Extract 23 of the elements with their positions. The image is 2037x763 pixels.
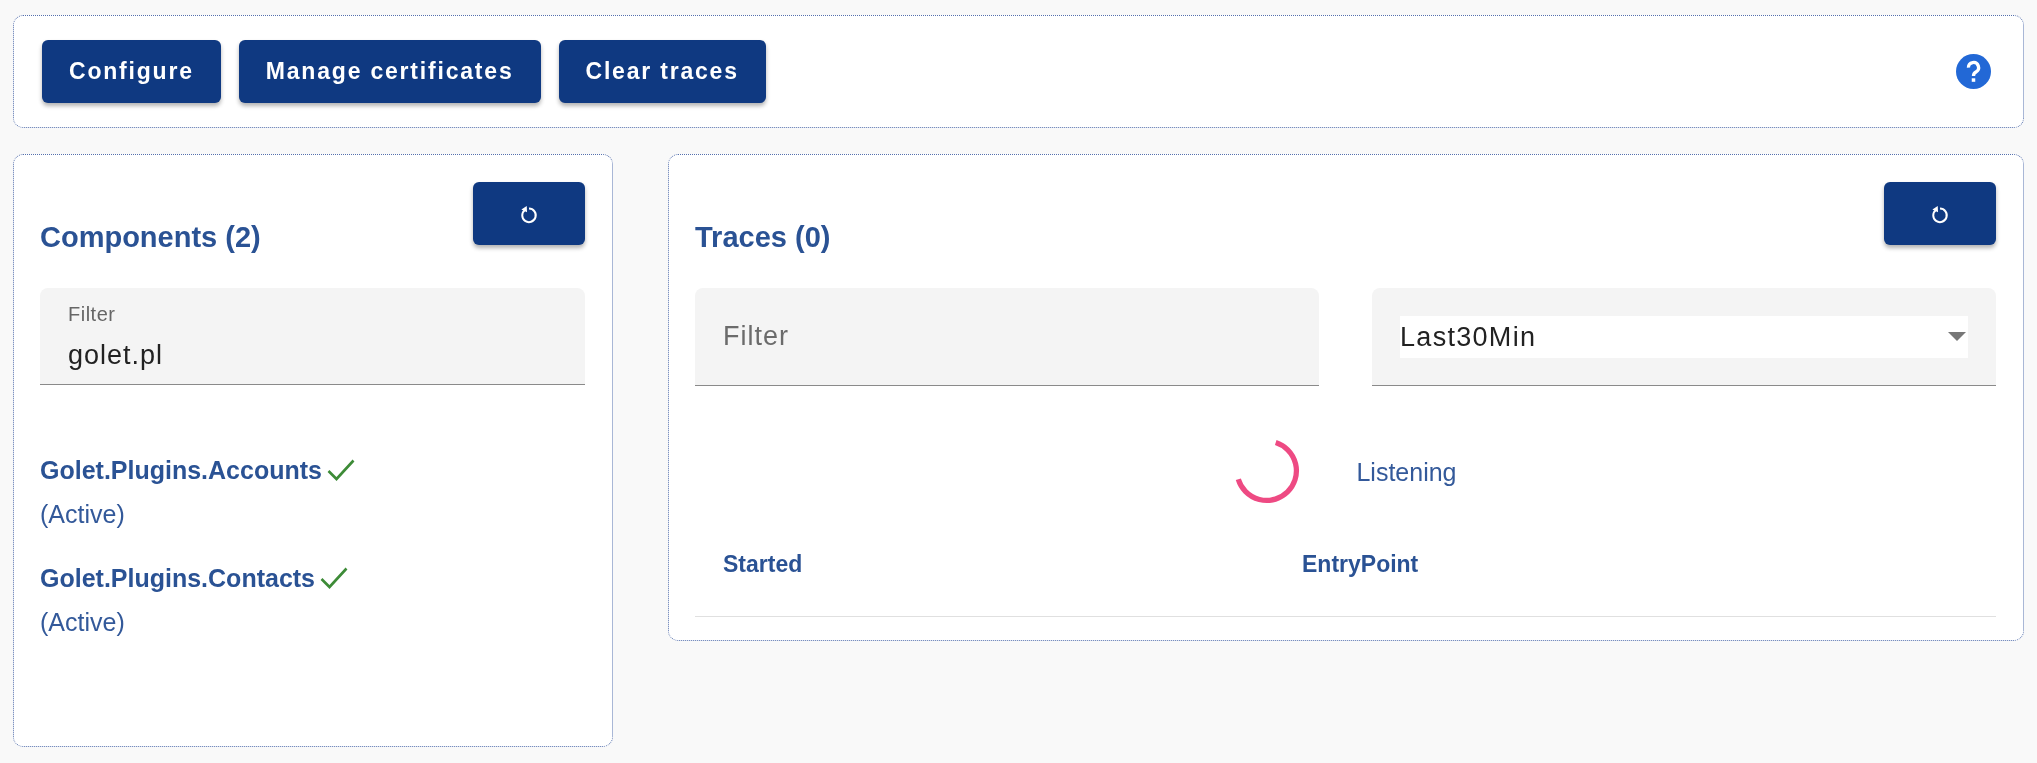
filter-field[interactable]: Filter xyxy=(695,288,1319,386)
refresh-icon xyxy=(520,203,538,224)
component-status: (Active) xyxy=(40,607,125,637)
refresh-button[interactable] xyxy=(473,182,585,245)
toolbar-button[interactable]: Manage certificates xyxy=(238,40,541,103)
listening-status: Listening xyxy=(1356,456,1457,487)
component-status: (Active) xyxy=(40,499,125,529)
toolbar-button[interactable]: Clear traces xyxy=(558,40,766,103)
toolbar-button[interactable]: Configure xyxy=(42,40,221,103)
help-icon[interactable] xyxy=(1956,54,1991,89)
time-range-select[interactable]: Last30Min xyxy=(1372,288,1996,386)
refresh-icon xyxy=(1931,203,1949,224)
spinner-icon xyxy=(1234,438,1302,505)
column-header: Started xyxy=(723,551,803,577)
filter-label: Filter xyxy=(68,302,116,326)
component-name: Golet.Plugins.Contacts xyxy=(40,563,316,593)
panel-title: Components (2) xyxy=(40,220,261,254)
column-header: EntryPoint xyxy=(1302,551,1419,577)
panel-title: Traces (0) xyxy=(695,220,831,254)
select-value: Last30Min xyxy=(1400,320,1537,353)
refresh-button[interactable] xyxy=(1884,182,1996,245)
dropdown-caret-icon xyxy=(1948,332,1966,341)
component-name: Golet.Plugins.Accounts xyxy=(40,455,322,485)
